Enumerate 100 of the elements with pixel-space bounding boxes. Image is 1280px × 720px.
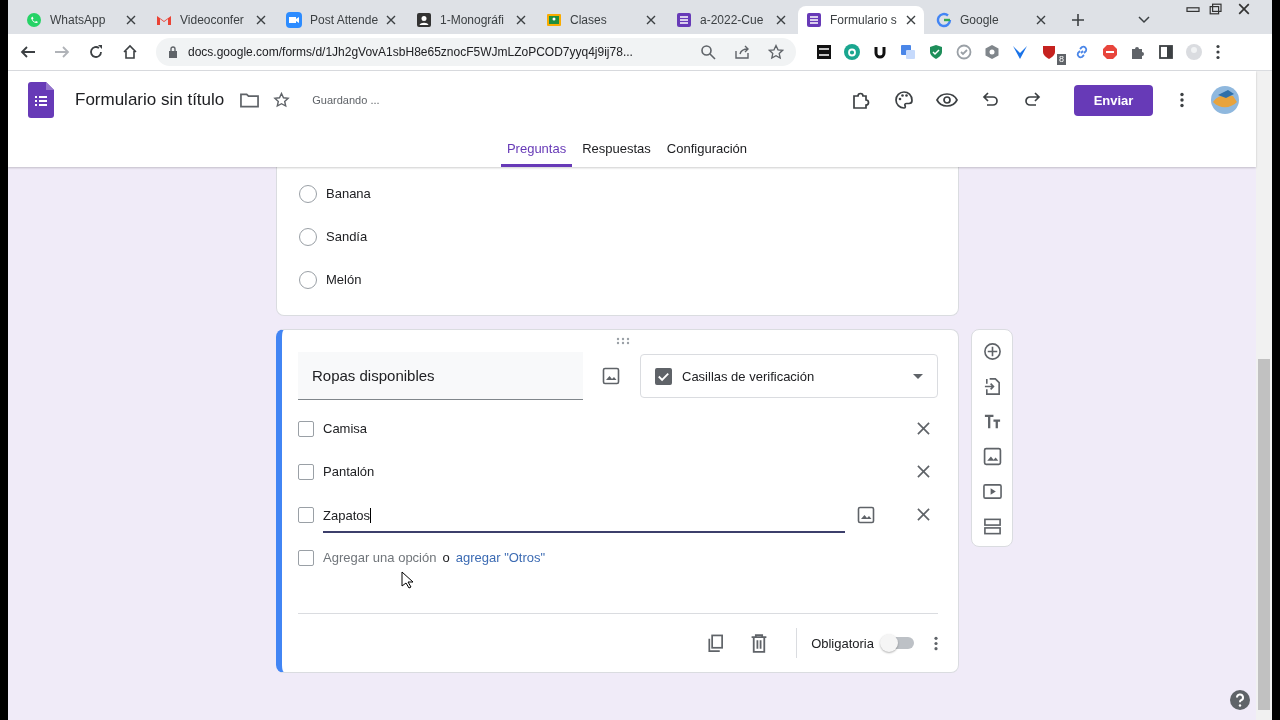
browser-tab[interactable]: a-2022-Cue	[668, 6, 794, 34]
option-input-field[interactable]: Zapatos	[323, 500, 845, 533]
form-tab[interactable]: Configuración	[660, 129, 754, 167]
caret-icon	[913, 373, 923, 379]
tab-title: 1-Monográfi	[440, 13, 506, 27]
link-icon[interactable]	[1074, 44, 1090, 60]
browser-tab[interactable]: Post Attende	[278, 6, 404, 34]
add-other-link[interactable]: agregar "Otros"	[455, 550, 546, 565]
v-logo-icon[interactable]	[1012, 44, 1028, 60]
form-title[interactable]: Formulario sin título	[75, 90, 225, 110]
check-circle-icon[interactable]	[956, 44, 972, 60]
shield-icon[interactable]	[1041, 44, 1057, 60]
back-arrow-icon[interactable]	[20, 44, 36, 60]
checkbox[interactable]	[298, 463, 314, 480]
extension-icon[interactable]	[816, 44, 832, 60]
home-icon[interactable]	[122, 44, 138, 60]
close-icon[interactable]	[917, 422, 930, 435]
import-icon[interactable]	[982, 377, 1002, 396]
scrollbar-thumb[interactable]	[1258, 359, 1270, 710]
address-bar[interactable]: docs.google.com/forms/d/1Jh2gVovA1sbH8e65znocF5WJmLZoPCOD7yyq4j9ij78...	[156, 38, 796, 66]
contact-card-icon	[416, 12, 432, 28]
close-icon[interactable]	[256, 15, 266, 25]
image-icon[interactable]	[857, 505, 875, 524]
image-icon[interactable]	[602, 367, 620, 385]
share-icon[interactable]	[734, 44, 750, 60]
plus-icon[interactable]	[1072, 14, 1084, 26]
checked-box-icon	[655, 367, 672, 385]
video-camera-icon	[286, 12, 302, 28]
tab-title: Clases	[570, 13, 608, 27]
option-label: Sandía	[326, 229, 368, 244]
close-icon[interactable]	[126, 15, 136, 25]
star-icon[interactable]	[768, 44, 784, 60]
option-label: Melón	[326, 272, 362, 287]
add-option-link[interactable]: Agregar una opción	[323, 550, 437, 565]
magnet-icon[interactable]	[872, 44, 888, 60]
option-label: Pantalón	[323, 463, 376, 481]
required-label: Obligatoria	[811, 635, 874, 651]
close-icon[interactable]	[917, 465, 930, 478]
copy-icon[interactable]	[706, 633, 725, 653]
trash-icon[interactable]	[750, 633, 769, 653]
tab-title: Google	[960, 13, 1000, 27]
section-icon[interactable]	[982, 517, 1002, 536]
close-icon[interactable]	[646, 15, 656, 25]
add-circle-icon[interactable]	[982, 342, 1002, 361]
video-icon[interactable]	[982, 482, 1002, 501]
puzzle-icon[interactable]	[1130, 44, 1146, 60]
browser-tab[interactable]: WhatsApp	[18, 6, 144, 34]
option-label: Banana	[326, 186, 371, 201]
stop-sign-icon[interactable]	[1102, 44, 1118, 60]
browser-tab[interactable]: 1-Monográfi	[408, 6, 534, 34]
title-text-icon[interactable]	[982, 412, 1002, 431]
close-icon[interactable]	[776, 15, 786, 25]
checkbox[interactable]	[298, 420, 314, 437]
browser-tab[interactable]: Google	[928, 6, 1054, 34]
badge-count: 8	[1057, 54, 1066, 65]
classroom-icon	[546, 12, 562, 28]
browser-tab[interactable]: Clases	[538, 6, 664, 34]
close-icon[interactable]	[386, 15, 396, 25]
form-list-icon	[676, 12, 692, 28]
lock-icon	[168, 46, 178, 58]
translate-icon[interactable]	[900, 44, 916, 60]
more-icon[interactable]	[1216, 44, 1220, 60]
more-icon[interactable]	[1180, 92, 1184, 108]
avatar-icon[interactable]	[1210, 85, 1240, 115]
reload-icon[interactable]	[88, 44, 104, 60]
close-icon[interactable]	[516, 15, 526, 25]
chat-bubble-icon	[26, 12, 42, 28]
saving-status: Guardando ...	[312, 94, 380, 106]
question-type-dropdown[interactable]: Casillas de verificación	[640, 354, 938, 398]
folder-icon[interactable]	[240, 92, 260, 108]
question-title-field[interactable]: Ropas disponibles	[298, 352, 583, 400]
image-icon[interactable]	[982, 447, 1002, 466]
browser-tab[interactable]: Formulario s	[798, 6, 924, 34]
form-list-icon	[806, 12, 822, 28]
form-tab[interactable]: Respuestas	[576, 129, 657, 167]
tab-title: Videoconfer	[180, 13, 245, 27]
forms-logo-icon[interactable]	[28, 82, 54, 118]
chevron-down-icon[interactable]	[1138, 16, 1150, 24]
browser-tab[interactable]: Videoconfer	[148, 6, 274, 34]
zoom-icon[interactable]	[700, 44, 716, 60]
help-icon[interactable]	[1230, 690, 1250, 710]
tab-title: WhatsApp	[50, 13, 107, 27]
mouse-pointer-icon	[401, 571, 413, 589]
palette-icon[interactable]	[893, 90, 915, 110]
shield-icon[interactable]	[928, 44, 944, 60]
puzzle-icon[interactable]	[850, 90, 872, 110]
g-logo-icon	[936, 12, 952, 28]
url-text: docs.google.com/forms/d/1Jh2gVovA1sbH8e65znocF5WJmLZoPCOD7yyq4j9ij78...	[188, 45, 634, 59]
checkbox[interactable]	[298, 506, 314, 523]
or-text: o	[442, 550, 450, 565]
side-panel-icon[interactable]	[1158, 44, 1174, 60]
option-label: Camisa	[323, 420, 369, 438]
close-icon[interactable]	[906, 15, 916, 25]
tab-title: Formulario s	[830, 13, 898, 27]
more-icon[interactable]	[934, 635, 938, 651]
drag-handle-icon[interactable]	[616, 337, 630, 345]
send-button[interactable]: Enviar	[1074, 84, 1153, 116]
star-icon[interactable]	[272, 92, 292, 108]
close-icon[interactable]	[1036, 15, 1046, 25]
close-icon[interactable]	[917, 508, 930, 521]
